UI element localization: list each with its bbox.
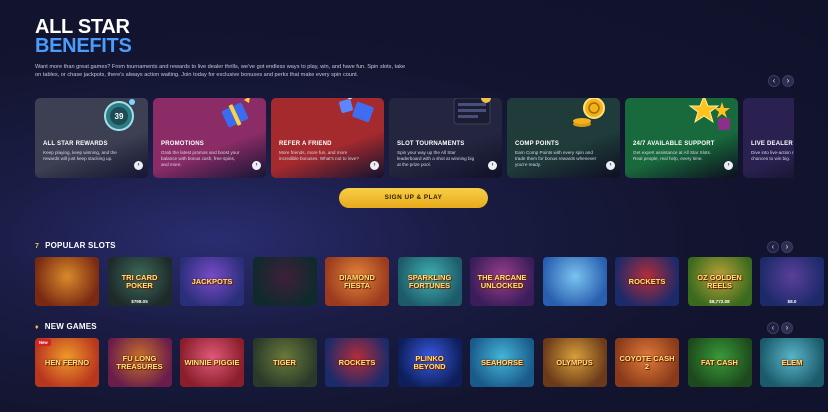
game-tile[interactable]: Coyote Cash 2 [615, 338, 679, 387]
game-tile[interactable]: Plinko Beyond [397, 338, 462, 387]
game-title: Fu Long Treasures [116, 353, 163, 371]
benefit-card[interactable]: 39 ALL STAR REWARDS Keep playing, keep win… [35, 98, 148, 178]
diamond-icon: ♦ [35, 324, 39, 331]
game-tile[interactable] [542, 257, 607, 306]
gift-box-icon [221, 98, 250, 128]
benefit-card-title: LIVE DEALER [751, 141, 793, 147]
chevron-right-icon[interactable]: › [134, 161, 143, 170]
game-tile[interactable]: Hen Ferno New [35, 338, 99, 387]
popular-slots-heading: 7 POPULAR SLOTS [35, 241, 116, 250]
game-title: The Arcane Unlocked [477, 272, 527, 290]
game-title: Jackpots [191, 276, 233, 286]
friends-gift-icon [339, 98, 374, 123]
benefit-card-title: PROMOTIONS [161, 141, 205, 147]
game-title: Tiger [273, 357, 296, 367]
benefit-card-title: COMP POINTS [515, 141, 560, 147]
game-tile[interactable]: Oz Golden Reels $8,772.08 [687, 257, 752, 306]
popular-slots-row: Tri Card Poker $798.05 Jackpots Diamond Fie… [35, 257, 828, 307]
game-title: Olympus [556, 357, 593, 367]
popular-slots-title: POPULAR SLOTS [45, 241, 116, 250]
game-tile[interactable]: Winnie Piggie [180, 338, 244, 387]
popular-next-button[interactable]: › [781, 241, 793, 253]
benefit-card-text: More friends, more fun, and more incredi… [279, 150, 359, 161]
game-tile[interactable]: Sparkling Fortunes [397, 257, 462, 306]
svg-text:39: 39 [115, 112, 124, 121]
game-title: Fat Cash [701, 357, 738, 367]
leaderboard-icon [453, 98, 491, 125]
benefit-card[interactable]: SLOT TOURNAMENTS Spin your way up the All… [389, 98, 502, 178]
game-title: Tri Card Poker [121, 272, 158, 290]
game-tile[interactable]: $8.0 [760, 257, 824, 306]
game-title: Elem [781, 357, 803, 367]
popular-prev-button[interactable]: ‹ [767, 241, 779, 253]
chevron-right-icon[interactable]: › [724, 161, 733, 170]
jackpot-amount: $798.05 [131, 299, 148, 304]
benefit-card-title: 24/7 AVAILABLE SUPPORT [633, 141, 715, 147]
game-title: Hen Ferno [44, 357, 90, 367]
new-games-title: NEW GAMES [44, 322, 97, 331]
game-tile[interactable]: Tiger [252, 338, 317, 387]
new-games-prev-button[interactable]: ‹ [767, 322, 779, 334]
jackpot-amount: $8,772.08 [709, 299, 730, 304]
game-tile[interactable]: Seahorse [470, 338, 534, 387]
game-tile[interactable]: Fu Long Treasures [107, 338, 172, 387]
new-games-next-button[interactable]: › [781, 322, 793, 334]
game-title: Rockets [628, 276, 666, 286]
chevron-right-icon[interactable]: › [252, 161, 261, 170]
benefit-card[interactable]: LIVE DEALER Dive into live-action real de… [743, 98, 794, 178]
benefits-prev-button[interactable]: ‹ [768, 75, 780, 87]
benefit-card-text: Get expert assistance at All Star Slots.… [633, 150, 712, 161]
game-tile[interactable]: Fat Cash [687, 338, 752, 387]
coins-icon [573, 98, 605, 127]
benefit-card-text: Grab the latest promos and boost your ba… [161, 150, 240, 167]
game-title: Oz Golden Reels [697, 272, 742, 290]
benefit-card-title: ALL STAR REWARDS [43, 141, 108, 147]
new-games-heading: ♦ NEW GAMES [35, 322, 97, 331]
game-title: Seahorse [480, 357, 524, 367]
sign-up-play-button[interactable]: SIGN UP & PLAY [339, 188, 488, 208]
game-title: Sparkling Fortunes [407, 272, 452, 290]
benefit-card[interactable]: PROMOTIONS Grab the latest promos and boo… [153, 98, 266, 178]
game-tile[interactable]: Elem [760, 338, 824, 387]
chevron-right-icon[interactable]: › [370, 161, 379, 170]
stars-support-icon [688, 98, 730, 130]
title-line-2: BENEFITS [35, 35, 132, 57]
game-title: Diamond Fiesta [339, 272, 375, 290]
benefit-card-title: REFER A FRIEND [279, 141, 332, 147]
game-tile[interactable]: Olympus [542, 338, 607, 387]
benefit-card-text: Keep playing, keep winning, and the rewa… [43, 150, 117, 161]
benefit-card[interactable]: COMP POINTS Earn Comp Points with every s… [507, 98, 620, 178]
hero-title: ALL STAR BENEFITS [35, 17, 132, 57]
game-tile[interactable]: Diamond Fiesta [325, 257, 389, 306]
game-tile[interactable]: Rockets [615, 257, 679, 306]
game-tile[interactable] [35, 257, 99, 306]
game-tile[interactable]: Tri Card Poker $798.05 [107, 257, 172, 306]
seven-icon: 7 [35, 243, 40, 250]
game-tile[interactable]: Jackpots [180, 257, 244, 306]
benefits-carousel: 39 ALL STAR REWARDS Keep playing, keep win… [35, 98, 794, 180]
benefit-card-text: Spin your way up the All Star leaderboar… [397, 150, 475, 167]
benefit-card-text: Earn Comp Points with every spin and tra… [515, 150, 597, 167]
new-badge: New [36, 339, 51, 346]
benefit-card-title: SLOT TOURNAMENTS [397, 141, 465, 147]
benefit-card[interactable]: 24/7 AVAILABLE SUPPORT Get expert assista… [625, 98, 738, 178]
hero-description: Want more than great games? From tournam… [35, 64, 406, 78]
game-title: Rockets [338, 357, 376, 367]
game-title: Coyote Cash 2 [619, 353, 675, 371]
jackpot-amount: $8.0 [787, 299, 797, 304]
benefit-card-text: Dive into live-action real dealers, real… [751, 150, 794, 161]
new-games-row: Hen Ferno New Fu Long Treasures Winnie Pigg… [35, 338, 828, 388]
game-title: Plinko Beyond [413, 353, 446, 371]
benefit-card[interactable]: REFER A FRIEND More friends, more fun, an… [271, 98, 384, 178]
rewards-badge-icon: 39 [104, 99, 135, 131]
game-tile[interactable]: The Arcane Unlocked [470, 257, 534, 306]
game-tile[interactable] [252, 257, 317, 306]
game-title: Winnie Piggie [184, 357, 240, 367]
benefits-next-button[interactable]: › [782, 75, 794, 87]
chevron-right-icon[interactable]: › [606, 161, 615, 170]
game-tile[interactable]: Rockets [325, 338, 389, 387]
chevron-right-icon[interactable]: › [488, 161, 497, 170]
